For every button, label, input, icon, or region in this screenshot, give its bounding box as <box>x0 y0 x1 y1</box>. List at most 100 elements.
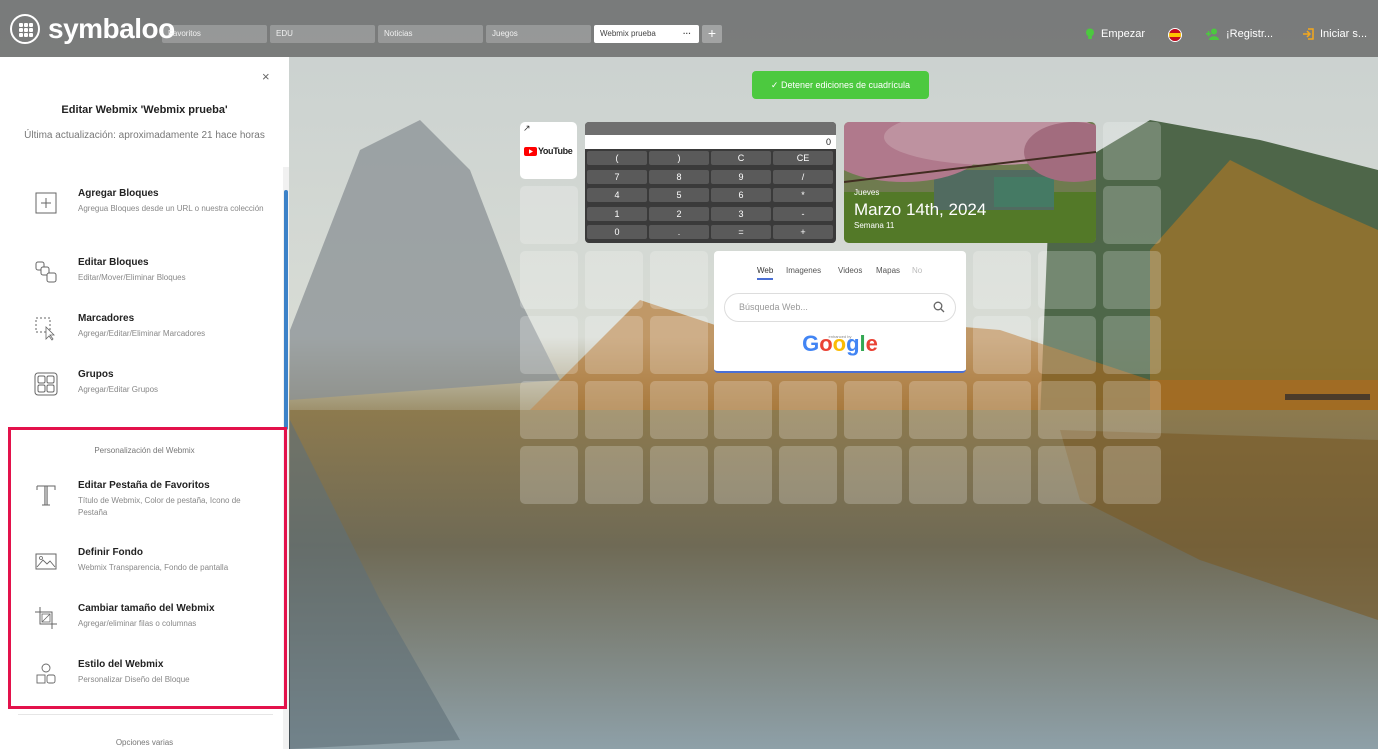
empty-tile[interactable] <box>1103 446 1161 504</box>
empty-tile[interactable] <box>1103 186 1161 244</box>
external-link-icon[interactable]: ↗ <box>523 123 531 134</box>
calculator-key[interactable]: * <box>773 188 833 202</box>
calculator-key[interactable]: - <box>773 206 833 221</box>
empty-tile[interactable] <box>650 446 708 504</box>
login-link[interactable]: Iniciar s... <box>1302 28 1367 40</box>
calculator-key[interactable]: = <box>711 225 771 239</box>
close-icon[interactable]: × <box>262 69 270 84</box>
tab-juegos[interactable]: Juegos <box>486 25 591 43</box>
menu-groups[interactable]: Grupos Agregar/Editar Grupos <box>0 369 280 403</box>
stop-grid-edit-label: Detener ediciones de cuadrícula <box>780 80 911 90</box>
search-tab-maps[interactable]: Mapas <box>876 266 900 275</box>
add-tab-button[interactable]: + <box>702 25 722 43</box>
empty-tile[interactable] <box>585 381 643 439</box>
empty-tile[interactable] <box>1038 251 1096 309</box>
calculator-key[interactable]: 3 <box>711 206 771 221</box>
empty-tile[interactable] <box>1038 316 1096 374</box>
tab-label: Noticias <box>384 29 413 38</box>
calculator-key[interactable]: 5 <box>649 188 709 202</box>
empty-tile[interactable] <box>650 316 708 374</box>
empty-tile[interactable] <box>973 381 1031 439</box>
calculator-key[interactable]: 1 <box>587 206 647 221</box>
empty-tile[interactable] <box>909 381 967 439</box>
search-tab-images[interactable]: Imagenes <box>786 266 821 275</box>
menu-item-title: Marcadores <box>78 313 135 324</box>
calculator-key[interactable]: 4 <box>587 188 647 202</box>
tab-label: Webmix prueba <box>600 29 656 38</box>
calculator-key[interactable]: ( <box>587 151 647 165</box>
empty-tile[interactable] <box>585 446 643 504</box>
google-letter: g <box>846 331 860 356</box>
empty-tile[interactable] <box>909 446 967 504</box>
empty-tile[interactable] <box>844 446 902 504</box>
empty-tile[interactable] <box>585 316 643 374</box>
empty-tile[interactable] <box>1103 316 1161 374</box>
empty-tile[interactable] <box>973 446 1031 504</box>
calculator-key[interactable]: 2 <box>649 206 709 221</box>
calculator-key[interactable]: ) <box>649 151 709 165</box>
start-link[interactable]: Empezar <box>1085 28 1145 40</box>
empty-tile[interactable] <box>779 446 837 504</box>
tab-favoritos[interactable]: Favoritos <box>162 25 267 43</box>
last-updated-text: Última actualización: aproximadamente 21… <box>24 130 265 141</box>
search-input[interactable]: Búsqueda Web... <box>724 293 956 322</box>
register-link[interactable]: ¡Registr... <box>1206 28 1273 40</box>
calculator-key[interactable]: . <box>649 225 709 239</box>
date-label: Marzo 14th, 2024 <box>854 200 987 219</box>
menu-add-blocks[interactable]: Agregar Bloques Agregua Bloques desde un… <box>0 188 280 228</box>
tab-webmix-prueba[interactable]: Webmix prueba ··· <box>594 25 699 43</box>
scrollbar-thumb[interactable] <box>284 190 288 430</box>
calculator-key[interactable]: 0 <box>587 225 647 239</box>
empty-tile[interactable] <box>520 316 578 374</box>
week-label: Semana 11 <box>854 221 895 230</box>
empty-tile[interactable] <box>714 446 772 504</box>
empty-tile[interactable] <box>714 381 772 439</box>
calculator-widget: 0 () C CE 7 8 9/ 4 5 6 * 1 2 3- 0. = + <box>585 122 836 243</box>
symbaloo-logo[interactable]: symbaloo <box>10 10 175 47</box>
calculator-key[interactable]: 8 <box>649 169 709 184</box>
calculator-key[interactable]: 6 <box>711 188 771 202</box>
login-icon <box>1303 28 1314 40</box>
menu-edit-blocks[interactable]: Editar Bloques Editar/Mover/Eliminar Blo… <box>0 257 280 291</box>
empty-tile[interactable] <box>520 186 578 244</box>
date-photo-tile[interactable]: Jueves Marzo 14th, 2024 Semana 11 <box>844 122 1096 243</box>
groups-grid-icon <box>34 372 58 396</box>
search-icon[interactable] <box>933 301 945 313</box>
search-tab-news[interactable]: No <box>912 266 922 275</box>
empty-tile[interactable] <box>1038 446 1096 504</box>
empty-tile[interactable] <box>779 381 837 439</box>
empty-tile[interactable] <box>973 316 1031 374</box>
empty-tile[interactable] <box>520 251 578 309</box>
calculator-key[interactable]: + <box>773 225 833 239</box>
empty-tile[interactable] <box>973 251 1031 309</box>
search-tab-web[interactable]: Web <box>757 266 774 280</box>
empty-tile[interactable] <box>1103 251 1161 309</box>
menu-item-desc: Agregar/Editar Grupos <box>78 385 159 394</box>
empty-tile[interactable] <box>520 446 578 504</box>
grid-menu-icon[interactable] <box>10 13 40 44</box>
add-user-icon <box>1206 28 1219 40</box>
search-tab-videos[interactable]: Videos <box>838 266 862 275</box>
menu-bookmarks[interactable]: Marcadores Agregar/Editar/Eliminar Marca… <box>0 313 280 347</box>
tab-noticias[interactable]: Noticias <box>378 25 483 43</box>
empty-tile[interactable] <box>844 381 902 439</box>
empty-tile[interactable] <box>1038 381 1096 439</box>
stop-grid-edit-button[interactable]: ✓ Detener ediciones de cuadrícula <box>752 71 929 99</box>
tab-edu[interactable]: EDU <box>270 25 375 43</box>
language-selector[interactable] <box>1168 28 1182 42</box>
calculator-key[interactable]: C <box>711 151 771 165</box>
youtube-tile[interactable]: ↗ YouTube <box>520 122 577 179</box>
calculator-key[interactable]: / <box>773 169 833 184</box>
empty-tile[interactable] <box>650 381 708 439</box>
empty-tile[interactable] <box>1103 122 1161 180</box>
empty-tile[interactable] <box>1103 381 1161 439</box>
calculator-key[interactable]: 9 <box>711 169 771 184</box>
empty-tile[interactable] <box>520 381 578 439</box>
tab-more-icon[interactable]: ··· <box>683 25 691 43</box>
empty-tile[interactable] <box>650 251 708 309</box>
personalization-highlight-box <box>8 427 287 709</box>
calculator-key[interactable]: CE <box>773 151 833 165</box>
calculator-key[interactable]: 7 <box>587 169 647 184</box>
empty-tile[interactable] <box>585 251 643 309</box>
menu-item-title: Agregar Bloques <box>78 188 159 199</box>
